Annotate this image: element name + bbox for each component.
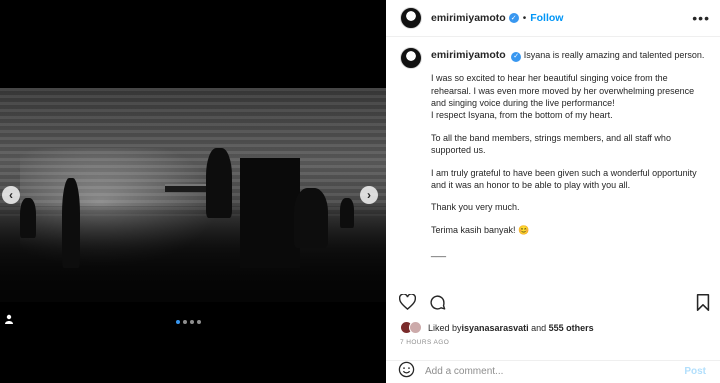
post-comment-button[interactable]: Post [684,366,706,377]
avatar[interactable] [400,47,422,69]
piano-shape [240,158,300,268]
verified-badge-icon: ✓ [511,52,522,63]
likes-summary: Liked by isyanasarasvati and 555 others [400,321,594,334]
caption-paragraph: I am truly grateful to have been given s… [431,167,697,191]
avatar[interactable] [400,7,422,29]
bookmark-icon[interactable] [694,293,712,311]
post-media: ‹ › [0,0,386,383]
caption-paragraph: Terima kasih banyak! 😊 [431,224,530,235]
caption-paragraph: ___ [431,247,447,258]
carousel-indicator [176,320,201,324]
user-tag-icon[interactable] [4,311,14,324]
more-options-icon[interactable]: ••• [692,10,710,26]
action-bar [398,291,712,313]
chevron-left-icon: ‹ [9,188,13,202]
caption-first-line: Isyana is really amazing and talented pe… [523,50,705,60]
chevron-right-icon: › [367,188,371,202]
post-modal: ‹ › emirimiyamoto ✓ • Follow ••• emirimi… [0,0,720,383]
caption-paragraph: Thank you very much. [431,202,520,213]
caption-body: emirimiyamoto ✓ Isyana is really amazing… [431,49,706,283]
comment-input[interactable] [425,366,685,377]
carousel-dot [197,320,201,324]
likes-count[interactable]: 555 others [549,323,594,333]
carousel-dot [176,320,180,324]
avatar[interactable] [409,321,422,334]
post-timestamp[interactable]: 7 HOURS AGO [400,339,449,346]
violinist-figure [62,178,80,268]
comment-icon[interactable] [428,293,446,311]
carousel-next-button[interactable]: › [360,186,378,204]
comment-bar: Post [386,360,720,383]
caption: emirimiyamoto ✓ Isyana is really amazing… [386,37,720,283]
carousel-dot [183,320,187,324]
liker-username[interactable]: isyanasarasvati [462,323,529,333]
concert-photo [0,88,386,302]
heart-icon[interactable] [398,293,416,311]
post-details-panel: emirimiyamoto ✓ • Follow ••• emirimiyamo… [386,0,720,383]
caption-paragraph: I was so excited to hear her beautiful s… [431,73,695,121]
header-username[interactable]: emirimiyamoto [431,12,506,24]
carousel-dot [190,320,194,324]
separator-dot: • [522,12,527,24]
caption-username[interactable]: emirimiyamoto [431,49,506,61]
emoji-icon[interactable] [398,361,415,383]
verified-badge-icon: ✓ [508,13,519,23]
follow-button[interactable]: Follow [530,12,563,24]
caption-paragraph: To all the band members, strings members… [431,132,671,156]
carousel-prev-button[interactable]: ‹ [2,186,20,204]
post-header: emirimiyamoto ✓ • Follow ••• [386,0,720,37]
